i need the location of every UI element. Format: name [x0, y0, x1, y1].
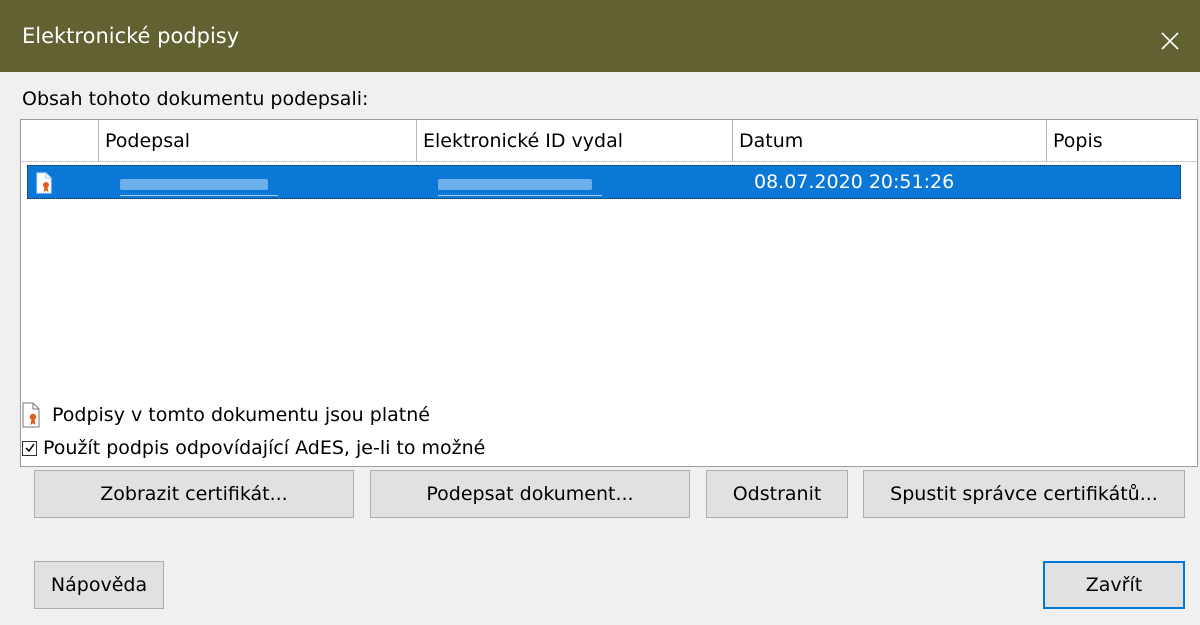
- redacted-issuer-name: [438, 179, 592, 190]
- signature-status: Podpisy v tomto dokumentu jsou platné: [22, 400, 430, 430]
- ades-checkbox-row[interactable]: Použít podpis odpovídající AdES, je-li t…: [22, 437, 485, 459]
- column-header-description[interactable]: Popis: [1047, 120, 1197, 162]
- sign-document-button[interactable]: Podepsat dokument...: [370, 470, 690, 518]
- status-text: Podpisy v tomto dokumentu jsou platné: [52, 404, 430, 426]
- close-icon: [1161, 32, 1179, 50]
- close-window-button[interactable]: [1140, 10, 1200, 72]
- column-header-icon[interactable]: [21, 120, 99, 162]
- signatures-list-label: Obsah tohoto dokumentu podepsali:: [22, 88, 369, 110]
- table-row[interactable]: 08.07.2020 20:51:26: [27, 165, 1181, 199]
- signed-document-icon: [36, 172, 52, 194]
- signed-document-icon: [22, 402, 40, 428]
- column-header-issued-by[interactable]: Elektronické ID vydal: [417, 120, 733, 162]
- dialog-content: Obsah tohoto dokumentu podepsali: Podeps…: [0, 72, 1200, 625]
- ades-checkbox-label: Použít podpis odpovídající AdES, je-li t…: [43, 437, 486, 459]
- redacted-underline: [438, 195, 602, 196]
- window-title: Elektronické podpisy: [22, 24, 240, 48]
- start-certificate-manager-button[interactable]: Spustit správce certifikátů...: [863, 470, 1185, 518]
- title-bar: Elektronické podpisy: [0, 0, 1200, 72]
- ades-checkbox[interactable]: [22, 440, 37, 456]
- view-certificate-button[interactable]: Zobrazit certifikát...: [34, 470, 354, 518]
- checkmark-icon: [24, 443, 35, 453]
- redacted-underline: [120, 195, 278, 196]
- remove-button[interactable]: Odstranit: [706, 470, 848, 518]
- column-header-signed-by[interactable]: Podepsal: [99, 120, 417, 162]
- column-header-date[interactable]: Datum: [733, 120, 1047, 162]
- redacted-signer-name: [120, 179, 268, 190]
- signature-date: 08.07.2020 20:51:26: [754, 171, 955, 193]
- close-button[interactable]: Zavřít: [1043, 561, 1185, 609]
- help-button[interactable]: Nápověda: [34, 561, 164, 609]
- list-header: Podepsal Elektronické ID vydal Datum Pop…: [21, 120, 1197, 162]
